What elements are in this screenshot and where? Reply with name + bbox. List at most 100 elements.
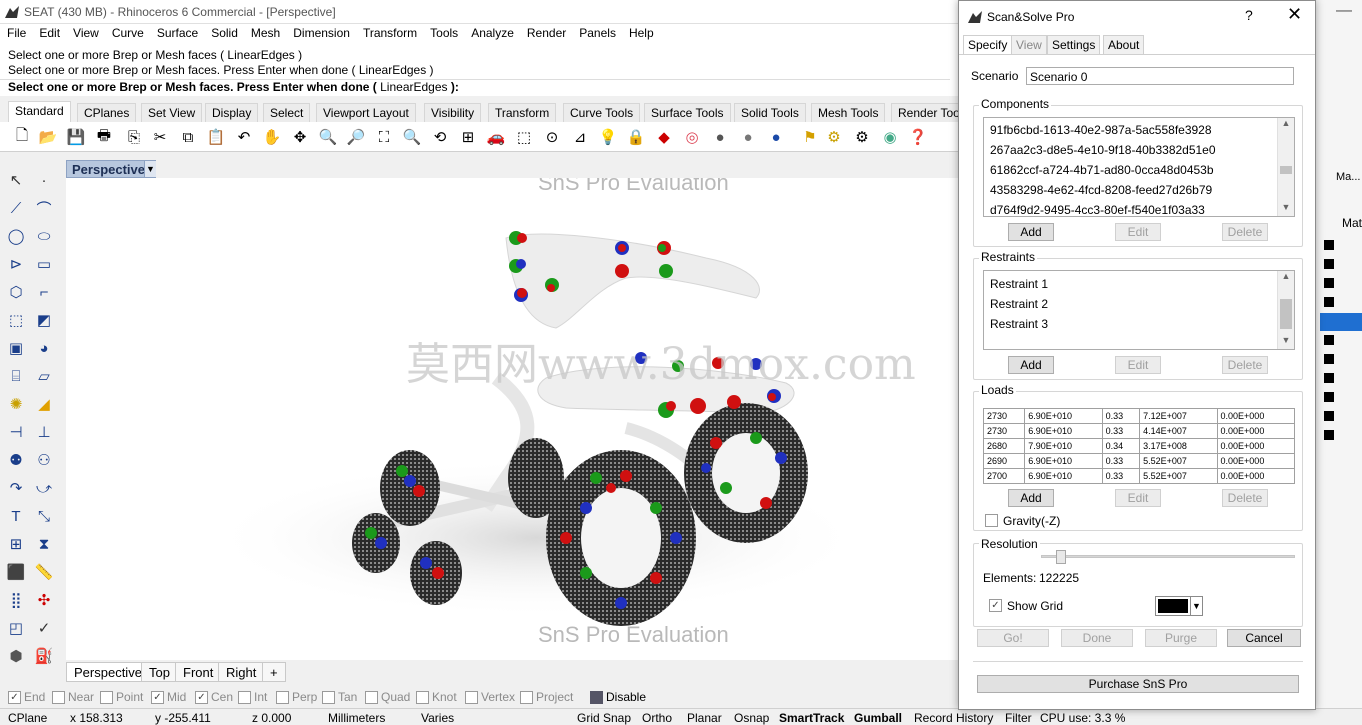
mesh-plane-icon[interactable]: ▱ bbox=[32, 364, 56, 388]
tab-transform[interactable]: Transform bbox=[488, 103, 557, 122]
viewport-title[interactable]: Perspective ▼ bbox=[66, 160, 156, 178]
tab-viewport-layout[interactable]: Viewport Layout bbox=[316, 103, 416, 122]
components-add-button[interactable]: Add bbox=[1008, 223, 1054, 241]
scroll-thumb[interactable] bbox=[1280, 166, 1292, 174]
boolean-union-icon[interactable]: ⚉ bbox=[4, 448, 28, 472]
circle-icon[interactable]: ◯ bbox=[4, 224, 28, 248]
osnap-perp-checkbox[interactable] bbox=[276, 690, 289, 704]
viewport-tab-perspective[interactable]: Perspective bbox=[66, 662, 150, 682]
polygon-icon[interactable]: ⬡ bbox=[4, 280, 28, 304]
polyline-icon[interactable]: ⟋ bbox=[4, 196, 28, 220]
purge-button[interactable]: Purge bbox=[1145, 629, 1217, 647]
loads-edit-button[interactable]: Edit bbox=[1115, 489, 1161, 507]
panel-tab-materials[interactable]: Ma... bbox=[1336, 171, 1360, 183]
grid-array-icon[interactable]: ⣿ bbox=[4, 588, 28, 612]
status-smarttrack[interactable]: SmartTrack bbox=[779, 711, 844, 725]
cplane-icon[interactable]: ⬚ bbox=[514, 127, 534, 147]
select-arrow-icon[interactable]: ↖ bbox=[4, 168, 28, 192]
menu-render[interactable]: Render bbox=[520, 24, 572, 40]
help-icon[interactable]: ? bbox=[1245, 7, 1253, 23]
resolution-slider-track[interactable] bbox=[1041, 555, 1295, 558]
scroll-down-icon[interactable]: ▼ bbox=[1278, 202, 1294, 216]
zoom-selected-icon[interactable]: 🔍 bbox=[402, 127, 422, 147]
zoom-extents-icon[interactable]: ⛶ bbox=[374, 127, 394, 147]
box-icon[interactable]: ▣ bbox=[4, 336, 28, 360]
fillet-curve-icon[interactable]: ⌐ bbox=[32, 280, 56, 304]
cylinder-icon[interactable]: ⌸ bbox=[4, 364, 28, 388]
scenario-field[interactable]: Scenario 0 bbox=[1026, 67, 1294, 85]
tab-visibility[interactable]: Visibility bbox=[424, 103, 482, 122]
status-planar[interactable]: Planar bbox=[687, 711, 722, 725]
menu-curve[interactable]: Curve bbox=[105, 24, 150, 40]
list-item[interactable]: 43583298-4e62-4fcd-8208-feed27d26b79 bbox=[990, 183, 1212, 197]
restraints-add-button[interactable]: Add bbox=[1008, 356, 1054, 374]
osnap-near[interactable]: Near bbox=[52, 690, 94, 704]
status-ortho[interactable]: Ortho bbox=[642, 711, 672, 725]
list-item[interactable]: 61862ccf-a724-4b71-ad80-0cca48d0453b bbox=[990, 163, 1214, 177]
tab-cplanes[interactable]: CPlanes bbox=[77, 103, 137, 122]
osnap-int-checkbox[interactable] bbox=[238, 690, 251, 704]
tab-view[interactable]: View bbox=[1011, 35, 1047, 55]
tab-surface-tools[interactable]: Surface Tools bbox=[644, 103, 731, 122]
new-file-icon[interactable]: 🗋 bbox=[12, 127, 32, 147]
osnap-mid-checkbox[interactable]: ✓ bbox=[151, 690, 164, 704]
paint-bucket-icon[interactable]: ⛽ bbox=[32, 644, 56, 668]
viewport-tab-top[interactable]: Top bbox=[141, 662, 178, 682]
osnap-disable-checkbox[interactable] bbox=[590, 690, 603, 704]
menu-edit[interactable]: Edit bbox=[32, 24, 66, 40]
mirror-icon[interactable]: ⧗ bbox=[32, 532, 56, 556]
help-icon[interactable]: ❓ bbox=[908, 127, 928, 147]
color-wheel-icon[interactable]: ◎ bbox=[682, 127, 702, 147]
cancel-button[interactable]: Cancel bbox=[1227, 629, 1301, 647]
selected-layer-row[interactable] bbox=[1320, 313, 1362, 331]
scroll-up-icon[interactable]: ▲ bbox=[1278, 118, 1294, 132]
brush-icon[interactable]: ⚑ bbox=[800, 127, 820, 147]
car-icon[interactable]: 🚗 bbox=[486, 127, 506, 147]
split-icon[interactable]: ⊥ bbox=[32, 420, 56, 444]
tab-standard[interactable]: Standard bbox=[8, 101, 71, 122]
move-icon[interactable]: ↷ bbox=[4, 476, 28, 500]
lock-icon[interactable]: 🔒 bbox=[626, 127, 646, 147]
tab-set-view[interactable]: Set View bbox=[141, 103, 203, 122]
gravity-checkbox[interactable] bbox=[985, 514, 998, 527]
paste-icon[interactable]: 📋 bbox=[206, 127, 226, 147]
osnap-end-checkbox[interactable]: ✓ bbox=[8, 690, 21, 704]
options-gear-icon[interactable]: ⚙ bbox=[824, 127, 844, 147]
menu-panels[interactable]: Panels bbox=[572, 24, 622, 40]
tab-specify[interactable]: Specify bbox=[963, 35, 1013, 55]
perspective-viewport[interactable]: SnS Pro Evaluation SnS Pro Evaluation 莫西… bbox=[66, 178, 960, 660]
osnap-near-checkbox[interactable] bbox=[52, 690, 65, 704]
close-icon[interactable]: ✕ bbox=[1287, 4, 1302, 25]
render-blue-sphere-icon[interactable]: ● bbox=[766, 127, 786, 147]
render-object-icon[interactable]: ⬢ bbox=[4, 644, 28, 668]
copy-transform-icon[interactable]: ⤻ bbox=[32, 476, 56, 500]
trim-icon[interactable]: ⊣ bbox=[4, 420, 28, 444]
ellipse-icon[interactable]: ⬭ bbox=[32, 224, 56, 248]
osnap-quad-checkbox[interactable] bbox=[365, 690, 378, 704]
list-item[interactable]: d764f9d2-9495-4cc3-80ef-f540e1f03a33 bbox=[990, 203, 1205, 216]
osnap-quad[interactable]: Quad bbox=[365, 690, 410, 704]
list-item[interactable]: 91fb6cbd-1613-40e2-987a-5ac558fe3928 bbox=[990, 123, 1212, 137]
chevron-down-icon[interactable]: ▼ bbox=[1190, 597, 1202, 615]
lights-icon[interactable]: ✺ bbox=[4, 392, 28, 416]
layer-icon[interactable]: ◆ bbox=[654, 127, 674, 147]
tools-gear-icon[interactable]: ⚙ bbox=[852, 127, 872, 147]
table-row[interactable]: 2680 7.90E+010 0.34 3.17E+008 0.00E+000 bbox=[982, 438, 1296, 454]
go-button[interactable]: Go! bbox=[977, 629, 1049, 647]
curve-cv-icon[interactable]: ⌒ bbox=[32, 196, 56, 220]
four-viewports-icon[interactable]: ⊞ bbox=[458, 127, 478, 147]
restraints-delete-button[interactable]: Delete bbox=[1222, 356, 1268, 374]
command-prompt[interactable]: Select one or more Brep or Mesh faces. P… bbox=[0, 79, 950, 94]
osnap-vertex[interactable]: Vertex bbox=[465, 690, 515, 704]
osnap-perp[interactable]: Perp bbox=[276, 690, 317, 704]
text-icon[interactable]: T bbox=[4, 504, 28, 528]
purchase-button[interactable]: Purchase SnS Pro bbox=[977, 675, 1299, 693]
scroll-down-icon[interactable]: ▼ bbox=[1278, 335, 1294, 349]
list-item[interactable]: Restraint 1 bbox=[990, 277, 1048, 291]
list-item[interactable]: 267aa2c3-d8e5-4e10-9f18-40b3382d51e0 bbox=[990, 143, 1216, 157]
status-units[interactable]: Millimeters bbox=[328, 711, 385, 725]
tab-settings[interactable]: Settings bbox=[1047, 35, 1101, 55]
restraints-scrollbar[interactable]: ▲ ▼ bbox=[1277, 271, 1294, 349]
group-icon[interactable]: ⚇ bbox=[32, 448, 56, 472]
material-sphere-icon[interactable]: ● bbox=[738, 127, 758, 147]
